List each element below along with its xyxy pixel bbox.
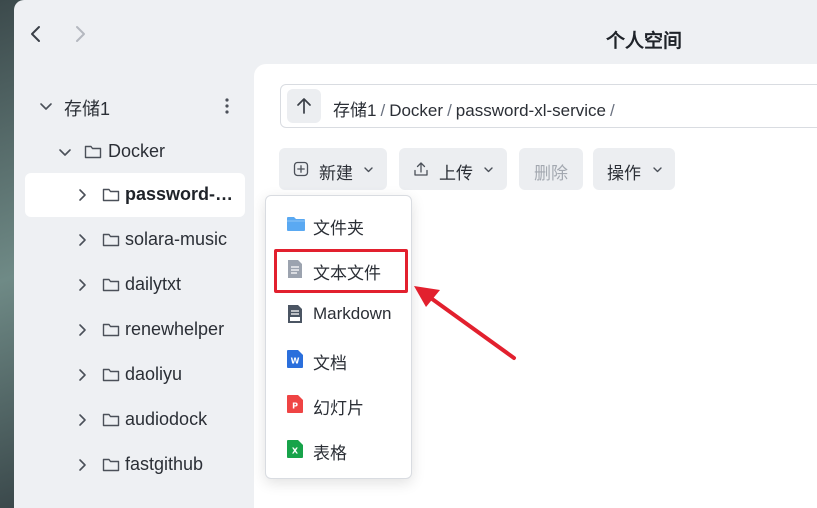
folder-outline-icon xyxy=(102,323,120,337)
spreadsheet-icon: X xyxy=(287,440,303,458)
back-button[interactable] xyxy=(26,24,46,44)
folder-outline-icon xyxy=(102,278,120,292)
chevron-down-icon[interactable] xyxy=(39,99,53,113)
tree-item-label: renewhelper xyxy=(125,319,225,339)
tree-root-label: 存储1 xyxy=(64,99,111,119)
breadcrumb-item[interactable]: Docker xyxy=(389,101,443,120)
delete-button[interactable]: 删除 xyxy=(519,148,583,190)
red-arrow-annotation xyxy=(414,286,516,360)
actions-button-label: 操作 xyxy=(607,164,641,183)
tree-item[interactable]: renewhelper xyxy=(25,308,245,352)
new-dropdown-menu: 文件夹 文本文件 Markdown W 文档 P 幻灯片 X 表格 xyxy=(265,195,412,479)
slides-icon: P xyxy=(287,395,303,413)
folder-outline-icon xyxy=(102,458,120,472)
slides-badge: P xyxy=(292,402,298,411)
breadcrumb: 存储1/Docker / password-xl-service / xyxy=(280,84,817,128)
breadcrumb-separator: / xyxy=(380,101,386,120)
chevron-right-icon[interactable] xyxy=(75,233,89,247)
up-directory-button[interactable] xyxy=(287,89,321,123)
folder-outline-icon xyxy=(102,188,120,202)
menu-item-label: Markdown xyxy=(313,304,392,323)
chevron-right-icon xyxy=(76,26,85,42)
upload-button[interactable]: 上传 xyxy=(399,148,507,190)
breadcrumb-item[interactable]: password-xl-service xyxy=(456,101,606,120)
tree-item[interactable]: solara-music xyxy=(25,218,245,262)
chevron-left-icon xyxy=(31,26,40,42)
menu-item-text-file[interactable]: 文本文件 xyxy=(274,249,404,289)
menu-item-label: 幻灯片 xyxy=(313,399,364,418)
tree-root-storage[interactable]: 存储1 xyxy=(25,84,245,128)
menu-item-folder[interactable]: 文件夹 xyxy=(274,204,404,244)
tree-item-label: daoliyu xyxy=(125,364,183,384)
menu-item-label: 文档 xyxy=(313,354,347,373)
chevron-down-icon xyxy=(364,167,373,173)
menu-item-spreadsheet[interactable]: X 表格 xyxy=(274,429,404,469)
title-bar: 个人空间 xyxy=(14,0,817,64)
more-options-icon[interactable] xyxy=(225,96,229,116)
tree-item[interactable]: password-… xyxy=(25,173,245,217)
breadcrumb-item[interactable]: 存储1 xyxy=(333,101,376,120)
menu-item-slides[interactable]: P 幻灯片 xyxy=(274,384,404,424)
folder-outline-icon xyxy=(84,145,102,159)
chevron-right-icon[interactable] xyxy=(75,458,89,472)
chevron-right-icon[interactable] xyxy=(75,413,89,427)
menu-item-document[interactable]: W 文档 xyxy=(274,339,404,379)
tree-item[interactable]: dailytxt xyxy=(25,263,245,307)
menu-item-markdown[interactable]: Markdown xyxy=(274,294,404,334)
actions-button[interactable]: 操作 xyxy=(593,148,675,190)
chevron-right-icon[interactable] xyxy=(75,278,89,292)
menu-item-label: 文件夹 xyxy=(313,219,364,238)
chevron-right-icon[interactable] xyxy=(75,188,89,202)
tree-item-label: fastgithub xyxy=(125,454,204,474)
folder-outline-icon xyxy=(102,368,120,382)
window-title: 个人空间 xyxy=(606,31,683,52)
file-manager-window: 个人空间 存储1 Docker password-… solara-music … xyxy=(14,0,817,508)
chevron-down-icon xyxy=(653,167,662,173)
arrow-up-icon xyxy=(297,98,311,114)
tree-item[interactable]: daoliyu xyxy=(25,353,245,397)
breadcrumb-separator: / xyxy=(610,101,615,120)
word-badge: W xyxy=(291,357,300,366)
tree-item[interactable]: audiodock xyxy=(25,398,245,442)
tree-folder-label: Docker xyxy=(108,141,166,161)
tree-folder-docker[interactable]: Docker xyxy=(25,130,245,174)
chevron-right-icon[interactable] xyxy=(75,368,89,382)
breadcrumb-separator: / xyxy=(447,101,452,120)
chevron-down-icon[interactable] xyxy=(58,145,72,159)
tree-item[interactable]: fastgithub xyxy=(25,443,245,487)
folder-outline-icon xyxy=(102,233,120,247)
text-file-icon xyxy=(288,260,302,278)
markdown-icon xyxy=(288,305,302,323)
new-file-icon xyxy=(293,161,309,177)
folder-tree-sidebar: 存储1 Docker password-… solara-music daily… xyxy=(14,84,254,508)
tree-item-label: audiodock xyxy=(125,409,208,429)
breadcrumb-path: 存储1/Docker / password-xl-service / xyxy=(333,96,619,121)
tree-item-label: dailytxt xyxy=(125,274,182,294)
new-button-label: 新建 xyxy=(319,164,353,183)
menu-item-label: 文本文件 xyxy=(313,264,381,283)
chevron-right-icon[interactable] xyxy=(75,323,89,337)
folder-outline-icon xyxy=(102,413,120,427)
spreadsheet-badge: X xyxy=(292,447,299,456)
word-doc-icon: W xyxy=(287,350,303,368)
tree-item-label: password-… xyxy=(125,184,234,204)
tree-item-label: solara-music xyxy=(125,229,228,249)
upload-icon xyxy=(414,162,428,176)
upload-button-label: 上传 xyxy=(439,164,473,183)
chevron-down-icon xyxy=(484,167,493,173)
menu-item-label: 表格 xyxy=(313,444,347,463)
new-button[interactable]: 新建 xyxy=(279,148,387,190)
forward-button[interactable] xyxy=(70,24,90,44)
delete-button-label: 删除 xyxy=(534,164,568,183)
folder-icon xyxy=(287,217,305,231)
